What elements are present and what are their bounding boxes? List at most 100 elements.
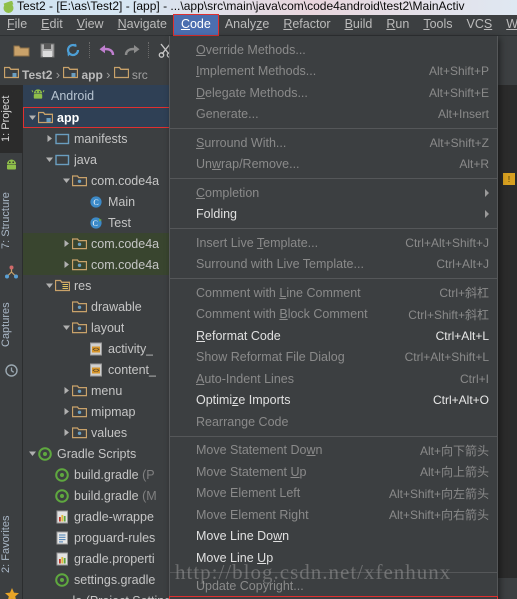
chevron-down-icon[interactable]	[27, 448, 38, 459]
menu-item-surround-with: Surround With... Alt+Shift+Z	[170, 132, 497, 154]
test-class-icon: C	[89, 215, 104, 230]
menu-item-reformat-code[interactable]: Reformat Code Ctrl+Alt+L	[170, 325, 497, 347]
menu-item-shortcut: Alt+Shift+E	[428, 85, 489, 100]
tree-row[interactable]: proguard-rules	[23, 527, 174, 548]
chevron-down-icon[interactable]	[61, 322, 72, 333]
project-view-selector[interactable]: Android	[23, 85, 174, 107]
sync-refresh-icon[interactable]	[60, 37, 86, 63]
menu-analyze[interactable]: Analyze	[218, 15, 276, 35]
title-bar: Test2 - [E:\as\Test2] - [app] - ...\app\…	[0, 0, 517, 15]
tree-row[interactable]: values	[23, 422, 174, 443]
chevron-down-icon[interactable]	[44, 154, 55, 165]
manifest-folder-icon	[55, 131, 70, 146]
tree-row[interactable]: drawable	[23, 296, 174, 317]
menu-view[interactable]: View	[70, 15, 111, 35]
tree-row[interactable]: gradle.properti	[23, 548, 174, 569]
sidebar-item-favorites[interactable]: 2: Favorites	[0, 505, 23, 583]
tree-row[interactable]: C Test	[23, 212, 174, 233]
save-all-icon[interactable]	[34, 37, 60, 63]
tree-row[interactable]: le (Project Settings)	[23, 590, 174, 599]
menu-item-surround-with-live-template: Surround with Live Template... Ctrl+Alt+J	[170, 254, 497, 276]
menu-file[interactable]: File	[0, 15, 34, 35]
chevron-right-icon[interactable]	[61, 406, 72, 417]
tree-row[interactable]: mipmap	[23, 401, 174, 422]
properties-file-icon	[55, 551, 70, 566]
tree-row[interactable]: settings.gradle	[23, 569, 174, 590]
tree-row-suffix: (M	[138, 488, 157, 503]
menu-vcs[interactable]: VCS	[460, 15, 500, 35]
tree-row[interactable]: menu	[23, 380, 174, 401]
menu-item-move-element-left: Move Element Left Alt+Shift+向左箭头	[170, 483, 497, 505]
sidebar-item-structure[interactable]: 7: Structure	[0, 181, 23, 261]
tree-row[interactable]: app	[23, 107, 174, 128]
menu-item-folding[interactable]: Folding	[170, 204, 497, 226]
tree-row[interactable]: com.code4a	[23, 233, 174, 254]
menu-item-move-line-up[interactable]: Move Line Up	[170, 547, 497, 569]
menu-item-label: Unwrap/Remove...	[196, 157, 300, 172]
menu-tools[interactable]: Tools	[416, 15, 459, 35]
structure-nodes-icon	[4, 265, 19, 280]
breadcrumb-item-app[interactable]: app	[63, 64, 103, 85]
tree-row[interactable]: build.gradle (M	[23, 485, 174, 506]
menu-item-label: Move Statement Up	[196, 464, 307, 479]
menu-build[interactable]: Build	[338, 15, 380, 35]
menu-refactor[interactable]: Refactor	[276, 15, 337, 35]
tool-tab-label: 7: Structure	[0, 192, 12, 250]
menu-item-show-reformat-file-dialog: Show Reformat File Dialog Ctrl+Alt+Shift+…	[170, 347, 497, 369]
tree-row[interactable]: manifests	[23, 128, 174, 149]
menu-window[interactable]: Wind	[499, 15, 517, 35]
chevron-right-icon[interactable]	[61, 385, 72, 396]
breadcrumb-separator: ›	[106, 67, 111, 82]
menu-item-shortcut: Ctrl+Alt+L	[435, 328, 489, 343]
tree-row-label: content_	[108, 362, 156, 377]
chevron-right-icon[interactable]	[61, 259, 72, 270]
redo-icon[interactable]	[119, 37, 145, 63]
tree-row-label: drawable	[91, 299, 142, 314]
menu-item-label: Surround with Live Template...	[196, 257, 364, 272]
chevron-right-icon[interactable]	[61, 238, 72, 249]
chevron-down-icon[interactable]	[44, 280, 55, 291]
menu-code[interactable]: Code	[172, 14, 219, 36]
menu-navigate[interactable]: Navigate	[111, 15, 174, 35]
menu-item-unwrap-remove: Unwrap/Remove... Alt+R	[170, 154, 497, 176]
menu-run[interactable]: Run	[379, 15, 416, 35]
submenu-arrow-icon	[485, 188, 489, 197]
tree-row[interactable]: C Main	[23, 191, 174, 212]
package-icon	[72, 383, 87, 398]
menu-edit[interactable]: Edit	[34, 15, 70, 35]
menu-item-shortcut: Alt+R	[459, 157, 489, 172]
tree-row[interactable]: com.code4a	[23, 170, 174, 191]
menu-item-optimize-imports[interactable]: Optimize Imports Ctrl+Alt+O	[170, 390, 497, 412]
tree-row[interactable]: <> activity_	[23, 338, 174, 359]
menu-item-move-line-down[interactable]: Move Line Down	[170, 526, 497, 548]
menu-separator	[170, 178, 497, 179]
tree-row[interactable]: java	[23, 149, 174, 170]
tree-row-label: Gradle Scripts	[57, 446, 137, 461]
menu-item-label: Move Line Up	[196, 550, 274, 565]
chevron-right-icon[interactable]	[61, 427, 72, 438]
package-icon	[72, 425, 87, 440]
tree-row[interactable]: layout	[23, 317, 174, 338]
menu-item-shortcut: Ctrl+Alt+O	[432, 393, 489, 408]
chevron-right-icon[interactable]	[44, 133, 55, 144]
tree-row[interactable]: <> content_	[23, 359, 174, 380]
android-studio-window: Test2 - [E:\as\Test2] - [app] - ...\app\…	[0, 0, 517, 599]
breadcrumb-item-test2[interactable]: Test2	[3, 64, 52, 85]
sidebar-item-captures[interactable]: Captures	[0, 291, 23, 359]
chevron-down-icon[interactable]	[27, 112, 38, 123]
menu-item-completion: Completion	[170, 182, 497, 204]
breadcrumb-item-src[interactable]: src	[113, 64, 148, 85]
tree-row[interactable]: Gradle Scripts	[23, 443, 174, 464]
undo-icon[interactable]	[93, 37, 119, 63]
tree-row[interactable]: res	[23, 275, 174, 296]
tree-row[interactable]: com.code4a	[23, 254, 174, 275]
sidebar-item-project[interactable]: 1: Project	[0, 85, 23, 153]
chevron-down-icon[interactable]	[61, 175, 72, 186]
open-folder-icon[interactable]	[8, 37, 34, 63]
tree-row-label: res	[74, 278, 92, 293]
tree-row[interactable]: build.gradle (P	[23, 464, 174, 485]
tree-row-label: proguard-rules	[74, 530, 156, 545]
tree-row[interactable]: gradle-wrappe	[23, 506, 174, 527]
